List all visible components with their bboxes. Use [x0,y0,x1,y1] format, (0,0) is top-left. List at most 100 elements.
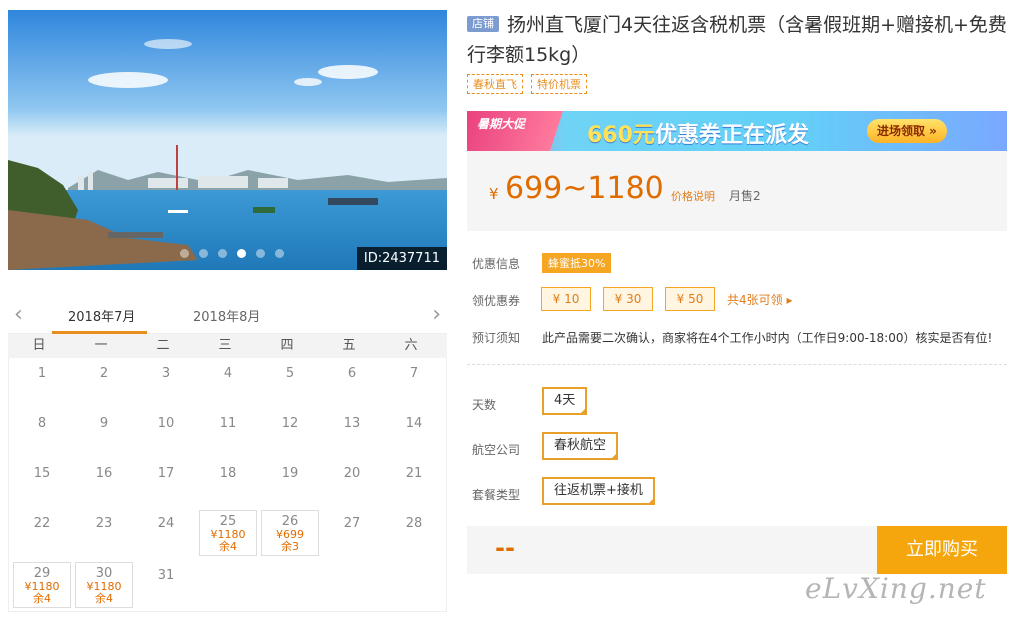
calendar-day: 1 [13,360,71,406]
price-note-link[interactable]: 价格说明 [671,188,715,204]
calendar-day: 23 [75,510,133,556]
calendar-day: 17 [137,460,195,506]
day-number: 5 [285,366,295,381]
promo-badge: 蜂蜜抵30% [542,253,612,273]
day-number: 18 [219,466,237,481]
day-number: 17 [157,466,175,481]
carousel-dot[interactable] [180,249,189,258]
day-number: 11 [219,416,237,431]
product-image[interactable]: ID:2437711 [8,10,447,270]
carousel-dot-active[interactable] [237,249,246,258]
banner-claim-button[interactable]: 进场领取 » [867,119,947,143]
calendar-day: 24 [137,510,195,556]
coupon-10[interactable]: ¥ 10 [541,287,591,311]
calendar-day: 22 [13,510,71,556]
banner-offer-amount: 660元 [587,123,655,148]
calendar-day: 16 [75,460,133,506]
product-title: 扬州直飞厦门4天往返含税机票（含暑假班期+赠接机+免费行李额15kg） [467,14,1007,66]
day-number: 4 [223,366,233,381]
carousel-dot[interactable] [199,249,208,258]
coupon-30[interactable]: ¥ 30 [603,287,653,311]
tag-spring-autumn-direct: 春秋直飞 [467,74,523,94]
weekday-label: 一 [94,338,108,353]
calendar-day: 9 [75,410,133,456]
calendar-day: 31 [137,562,195,608]
carousel-dots [180,249,284,258]
booking-notice-text: 此产品需要二次确认，商家将在4个工作小时内（工作日9:00-18:00）核实是否… [542,331,993,345]
carousel-dot[interactable] [256,249,265,258]
info-section: 优惠信息 蜂蜜抵30% 领优惠券 ¥ 10 ¥ 30 ¥ 50 共4张可领 ▸ … [467,250,1007,361]
calendar-header: ‹ 2018年7月 2018年8月 › [8,298,447,334]
airline-label: 航空公司 [472,443,521,457]
day-number: 2 [99,366,109,381]
monthly-sales: 月售2 [729,189,761,203]
day-number: 20 [343,466,361,481]
calendar-day: 5 [261,360,319,406]
calendar-day: 13 [323,410,381,456]
days-option-row: 天数 4天 [467,387,1007,432]
calendar-day: 6 [323,360,381,406]
weekday-label: 三 [218,338,232,353]
calendar-day: 2 [75,360,133,406]
day-number: 13 [343,416,361,431]
calendar-day: 12 [261,410,319,456]
next-month-arrow-icon[interactable]: › [432,302,441,327]
promo-banner[interactable]: 暑期大促 660元优惠券正在派发 进场领取 » [467,111,1007,151]
day-number: 21 [405,466,423,481]
day-number: 6 [347,366,357,381]
day-number: 26 [281,514,299,529]
tag-special-price-ticket: 特价机票 [531,74,587,94]
banner-offer-text: 660元优惠券正在派发 [587,117,809,149]
month-tab-august[interactable]: 2018年8月 [193,306,260,325]
options-section: 天数 4天 航空公司 春秋航空 套餐类型 往返机票+接机 [467,387,1007,522]
more-coupons-link[interactable]: 共4张可领 ▸ [727,291,792,308]
days-option-4[interactable]: 4天 [542,387,588,415]
calendar-day-available[interactable]: 26 ¥699 余3 [261,510,319,556]
coupon-50[interactable]: ¥ 50 [665,287,715,311]
day-number: 24 [157,516,175,531]
calendar-day: 18 [199,460,257,506]
airline-option-spring[interactable]: 春秋航空 [542,432,619,460]
days-label: 天数 [472,398,497,412]
calendar-day: 20 [323,460,381,506]
calendar-day: 3 [137,360,195,406]
day-number: 12 [281,416,299,431]
prev-month-arrow-icon[interactable]: ‹ [14,302,23,327]
section-divider [467,364,1007,365]
carousel-dot[interactable] [218,249,227,258]
day-number: 31 [157,568,175,583]
calendar-day: 10 [137,410,195,456]
calendar-days-grid: 1 2 3 4 5 6 7 8 9 10 11 12 13 14 15 16 17 18 19 20 21 22 23 24 2… [8,358,447,612]
weekday-label: 五 [342,338,356,353]
total-price: -- [495,534,515,562]
day-number: 9 [99,416,109,431]
calendar-day: 4 [199,360,257,406]
day-number: 8 [37,416,47,431]
day-number: 28 [405,516,423,531]
month-tab-july[interactable]: 2018年7月 [68,306,135,325]
banner-offer-desc: 优惠券正在派发 [654,123,809,148]
calendar-day-available[interactable]: 25 ¥1180 余4 [199,510,257,556]
calendar-day: 11 [199,410,257,456]
calendar-day-available[interactable]: 30 ¥1180 余4 [75,562,133,608]
buy-now-button[interactable]: 立即购买 [877,526,1007,574]
currency-symbol: ¥ [489,185,499,203]
airline-option-row: 航空公司 春秋航空 [467,432,1007,477]
package-option-roundtrip-pickup[interactable]: 往返机票+接机 [542,477,655,505]
calendar-day: 15 [13,460,71,506]
day-number: 14 [405,416,423,431]
day-number: 29 [33,566,51,581]
day-number: 19 [281,466,299,481]
weekday-label: 四 [280,338,294,353]
day-number: 22 [33,516,51,531]
calendar-day-available[interactable]: 29 ¥1180 余4 [13,562,71,608]
buy-bar: -- 立即购买 [467,526,1007,574]
product-detail-panel: 店铺 扬州直飞厦门4天往返含税机票（含暑假班期+赠接机+免费行李额15kg） 春秋… [467,10,1007,574]
booking-notice-label: 预订须知 [472,331,521,345]
calendar-day: 14 [385,410,443,456]
carousel-dot[interactable] [275,249,284,258]
coupon-list: ¥ 10 ¥ 30 ¥ 50 共4张可领 ▸ [541,287,792,311]
price-box: ¥ 699~1180 价格说明 月售2 [467,151,1007,231]
day-number: 30 [95,566,113,581]
package-option-row: 套餐类型 往返机票+接机 [467,477,1007,522]
